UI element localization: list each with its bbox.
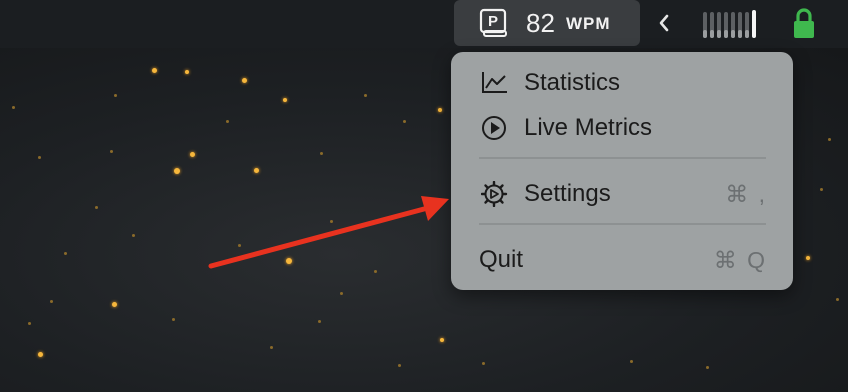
wpm-status-item[interactable]: P 82 WPM (454, 0, 640, 46)
menu-item-quit[interactable]: Quit ⌘ Q (451, 239, 793, 279)
level-meter-icon (703, 10, 756, 38)
menu-item-label: Statistics (524, 69, 621, 96)
level-meter-base (724, 30, 728, 38)
svg-text:P: P (488, 13, 498, 30)
level-meter-base (745, 30, 749, 38)
status-menu-dropdown: Statistics Live Metrics Settings ⌘ , Qui… (451, 52, 793, 290)
level-meter-base (703, 30, 707, 38)
gear-icon (481, 181, 508, 207)
typing-app-icon: P (479, 8, 507, 37)
level-meter-bar (752, 10, 756, 38)
menu-item-label: Settings (524, 180, 611, 207)
chevron-left-icon[interactable] (656, 10, 672, 36)
level-meter-base (731, 30, 735, 38)
line-chart-icon (482, 72, 507, 93)
menu-item-settings[interactable]: Settings ⌘ , (451, 173, 793, 213)
wpm-value: 82 (526, 8, 555, 38)
menu-item-label: Live Metrics (524, 114, 653, 141)
level-meter-base (717, 30, 721, 38)
wpm-unit-label: WPM (566, 14, 611, 33)
level-meter-base (710, 30, 714, 38)
lock-icon[interactable] (790, 6, 818, 40)
play-circle-icon (482, 116, 506, 140)
menu-separator (479, 223, 766, 225)
menu-item-live-metrics[interactable]: Live Metrics (451, 107, 793, 147)
menu-item-statistics[interactable]: Statistics (451, 62, 793, 102)
menu-separator (479, 157, 766, 159)
menu-item-label: Quit (479, 246, 524, 273)
quit-shortcut: ⌘ Q (713, 247, 767, 273)
menu-bar: P 82 WPM (0, 0, 848, 48)
settings-shortcut: ⌘ , (725, 181, 767, 207)
level-meter-base (738, 30, 742, 38)
